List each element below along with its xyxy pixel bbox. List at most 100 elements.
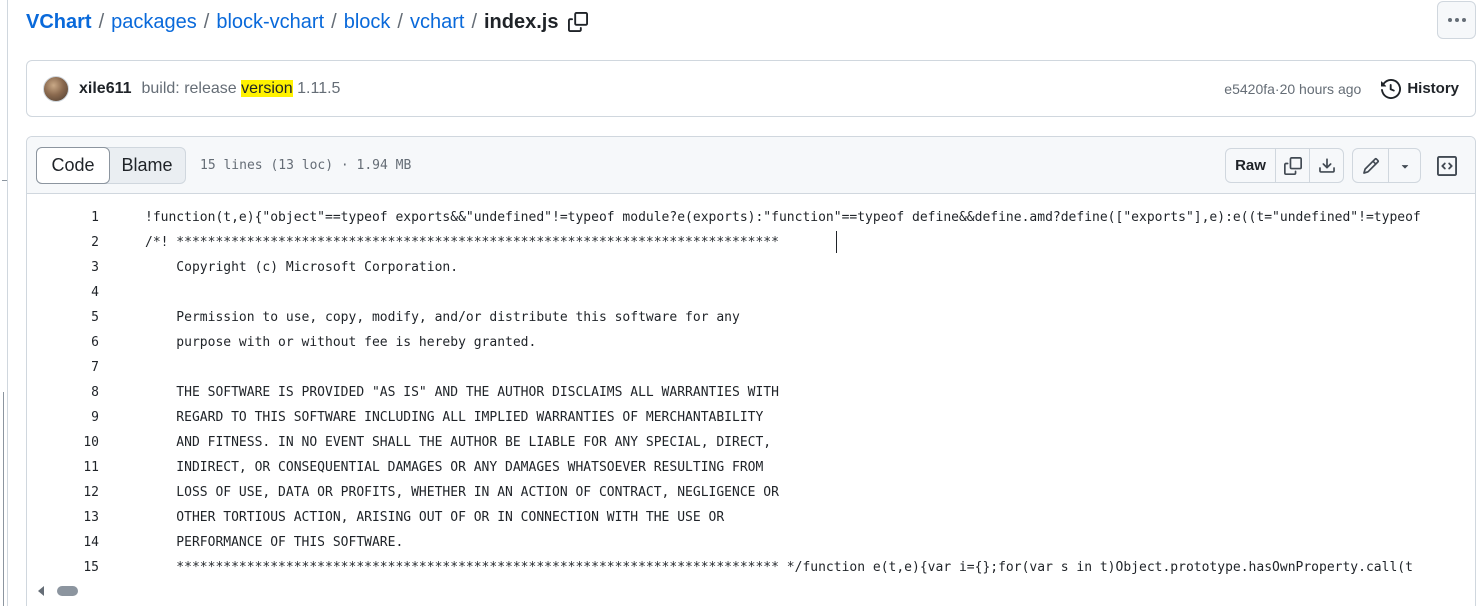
- file-header: Code Blame 15 lines (13 loc) · 1.94 MB R…: [27, 137, 1475, 194]
- code-line: 15 *************************************…: [27, 555, 1413, 580]
- code-line: 5 Permission to use, copy, modify, and/o…: [27, 305, 740, 330]
- commit-author[interactable]: xile611: [79, 80, 132, 98]
- code-line: 9 REGARD TO THIS SOFTWARE INCLUDING ALL …: [27, 405, 763, 430]
- triangle-down-icon: [1401, 164, 1408, 169]
- line-content: LOSS OF USE, DATA OR PROFITS, WHETHER IN…: [145, 485, 779, 500]
- commit-message[interactable]: build: release version 1.11.5: [141, 79, 341, 98]
- edit-dropdown-button[interactable]: [1388, 149, 1420, 182]
- breadcrumb-link-block[interactable]: block: [344, 11, 391, 34]
- tab-code[interactable]: Code: [36, 146, 110, 184]
- code-line: 4: [27, 280, 145, 305]
- scrollbar-thumb[interactable]: [57, 586, 78, 596]
- code-line: 7: [27, 355, 145, 380]
- line-number[interactable]: 15: [27, 560, 99, 575]
- code-line: 1 !function(t,e){"object"==typeof exports…: [27, 205, 1421, 230]
- file-info: 15 lines (13 loc) · 1.94 MB: [200, 157, 412, 173]
- code-line: 6 purpose with or without fee is hereby …: [27, 330, 536, 355]
- line-content: REGARD TO THIS SOFTWARE INCLUDING ALL IM…: [145, 410, 764, 425]
- breadcrumb-separator: /: [203, 10, 210, 33]
- history-icon: [1381, 78, 1402, 99]
- copy-path-button[interactable]: [567, 11, 589, 33]
- line-content: THE SOFTWARE IS PROVIDED "AS IS" AND THE…: [145, 385, 779, 400]
- line-content: AND FITNESS. IN NO EVENT SHALL THE AUTHO…: [145, 435, 772, 450]
- line-number[interactable]: 8: [27, 385, 99, 400]
- raw-button[interactable]: Raw: [1226, 149, 1275, 182]
- raw-actions-group: Raw: [1225, 148, 1344, 183]
- code-square-icon: [1437, 155, 1457, 176]
- breadcrumb: VChart / packages / block-vchart / block…: [26, 8, 589, 36]
- breadcrumb-current-file: index.js: [484, 10, 559, 33]
- code-line: 12 LOSS OF USE, DATA OR PROFITS, WHETHER…: [27, 480, 779, 505]
- line-number[interactable]: 1: [27, 210, 99, 225]
- copy-icon: [1283, 156, 1302, 175]
- breadcrumb-separator: /: [331, 10, 337, 33]
- horizontal-scrollbar[interactable]: [27, 579, 1475, 606]
- line-number[interactable]: 4: [27, 285, 99, 300]
- sidebar-edge-line: [3, 392, 4, 606]
- code-line: 2 /*! ***********************************…: [27, 230, 779, 255]
- line-content: PERFORMANCE OF THIS SOFTWARE.: [145, 535, 404, 550]
- download-raw-button[interactable]: [1309, 149, 1343, 182]
- line-number[interactable]: 11: [27, 460, 99, 475]
- more-options-button[interactable]: [1437, 1, 1476, 39]
- line-content: Permission to use, copy, modify, and/or …: [145, 310, 740, 325]
- line-content: INDIRECT, OR CONSEQUENTIAL DAMAGES OR AN…: [145, 460, 764, 475]
- symbols-group: [1429, 148, 1465, 183]
- view-mode-toggle: Code Blame: [36, 146, 186, 184]
- line-number[interactable]: 2: [27, 235, 99, 250]
- line-content: OTHER TORTIOUS ACTION, ARISING OUT OF OR…: [145, 510, 725, 525]
- commit-hash[interactable]: e5420fa: [1224, 81, 1275, 97]
- copy-icon: [568, 12, 589, 32]
- commit-time: 20 hours ago: [1279, 80, 1362, 97]
- kebab-horizontal-icon: [1454, 18, 1459, 22]
- code-view[interactable]: 1 !function(t,e){"object"==typeof exports…: [27, 194, 1475, 584]
- tab-blame[interactable]: Blame: [109, 148, 185, 183]
- history-button[interactable]: History: [1381, 78, 1459, 99]
- latest-commit-box: xile611 build: release version 1.11.5 e5…: [26, 60, 1476, 117]
- raw-label: Raw: [1235, 157, 1266, 174]
- breadcrumb-link-block-vchart[interactable]: block-vchart: [216, 11, 324, 34]
- download-icon: [1318, 157, 1335, 173]
- line-number[interactable]: 5: [27, 310, 99, 325]
- history-label: History: [1407, 80, 1459, 97]
- line-number[interactable]: 3: [27, 260, 99, 275]
- commit-meta: e5420fa · 20 hours ago History: [1224, 78, 1459, 99]
- line-content: Copyright (c) Microsoft Corporation.: [145, 260, 459, 275]
- edit-actions-group: [1352, 148, 1421, 183]
- code-line: 3 Copyright (c) Microsoft Corporation.: [27, 255, 458, 280]
- line-number[interactable]: 9: [27, 410, 99, 425]
- commit-message-suffix: 1.11.5: [292, 79, 341, 97]
- line-content: /*! ************************************…: [145, 235, 779, 250]
- copy-raw-button[interactable]: [1275, 149, 1309, 182]
- edit-file-button[interactable]: [1353, 149, 1388, 182]
- line-content: ****************************************…: [145, 560, 1413, 575]
- line-number[interactable]: 12: [27, 485, 99, 500]
- breadcrumb-separator: /: [471, 10, 477, 33]
- text-cursor: [836, 231, 837, 253]
- line-number[interactable]: 13: [27, 510, 99, 525]
- breadcrumb-repo-link[interactable]: VChart: [26, 11, 92, 34]
- scroll-left-icon[interactable]: [38, 586, 44, 596]
- breadcrumb-link-vchart[interactable]: vchart: [410, 11, 464, 34]
- code-line: 11 INDIRECT, OR CONSEQUENTIAL DAMAGES OR…: [27, 455, 763, 480]
- line-content: !function(t,e){"object"==typeof exports&…: [145, 210, 1421, 225]
- code-line: 10 AND FITNESS. IN NO EVENT SHALL THE AU…: [27, 430, 771, 455]
- breadcrumb-link-packages[interactable]: packages: [111, 11, 197, 34]
- file-viewer: Code Blame 15 lines (13 loc) · 1.94 MB R…: [26, 136, 1476, 606]
- breadcrumb-separator: /: [397, 10, 403, 33]
- sidebar-edge-mark: [2, 180, 7, 181]
- line-number[interactable]: 6: [27, 335, 99, 350]
- pencil-icon: [1362, 157, 1379, 174]
- kebab-horizontal-icon: [1461, 18, 1466, 22]
- symbols-panel-button[interactable]: [1429, 148, 1465, 183]
- line-number[interactable]: 14: [27, 535, 99, 550]
- breadcrumb-separator: /: [98, 10, 105, 33]
- line-number[interactable]: 10: [27, 435, 99, 450]
- commit-message-prefix: build: release: [141, 79, 242, 97]
- avatar[interactable]: [43, 75, 69, 102]
- line-content: purpose with or without fee is hereby gr…: [145, 335, 537, 350]
- commit-message-highlight: version: [241, 79, 293, 97]
- code-line: 8 THE SOFTWARE IS PROVIDED "AS IS" AND T…: [27, 380, 779, 405]
- line-number[interactable]: 7: [27, 360, 99, 375]
- code-line: 13 OTHER TORTIOUS ACTION, ARISING OUT OF…: [27, 505, 724, 530]
